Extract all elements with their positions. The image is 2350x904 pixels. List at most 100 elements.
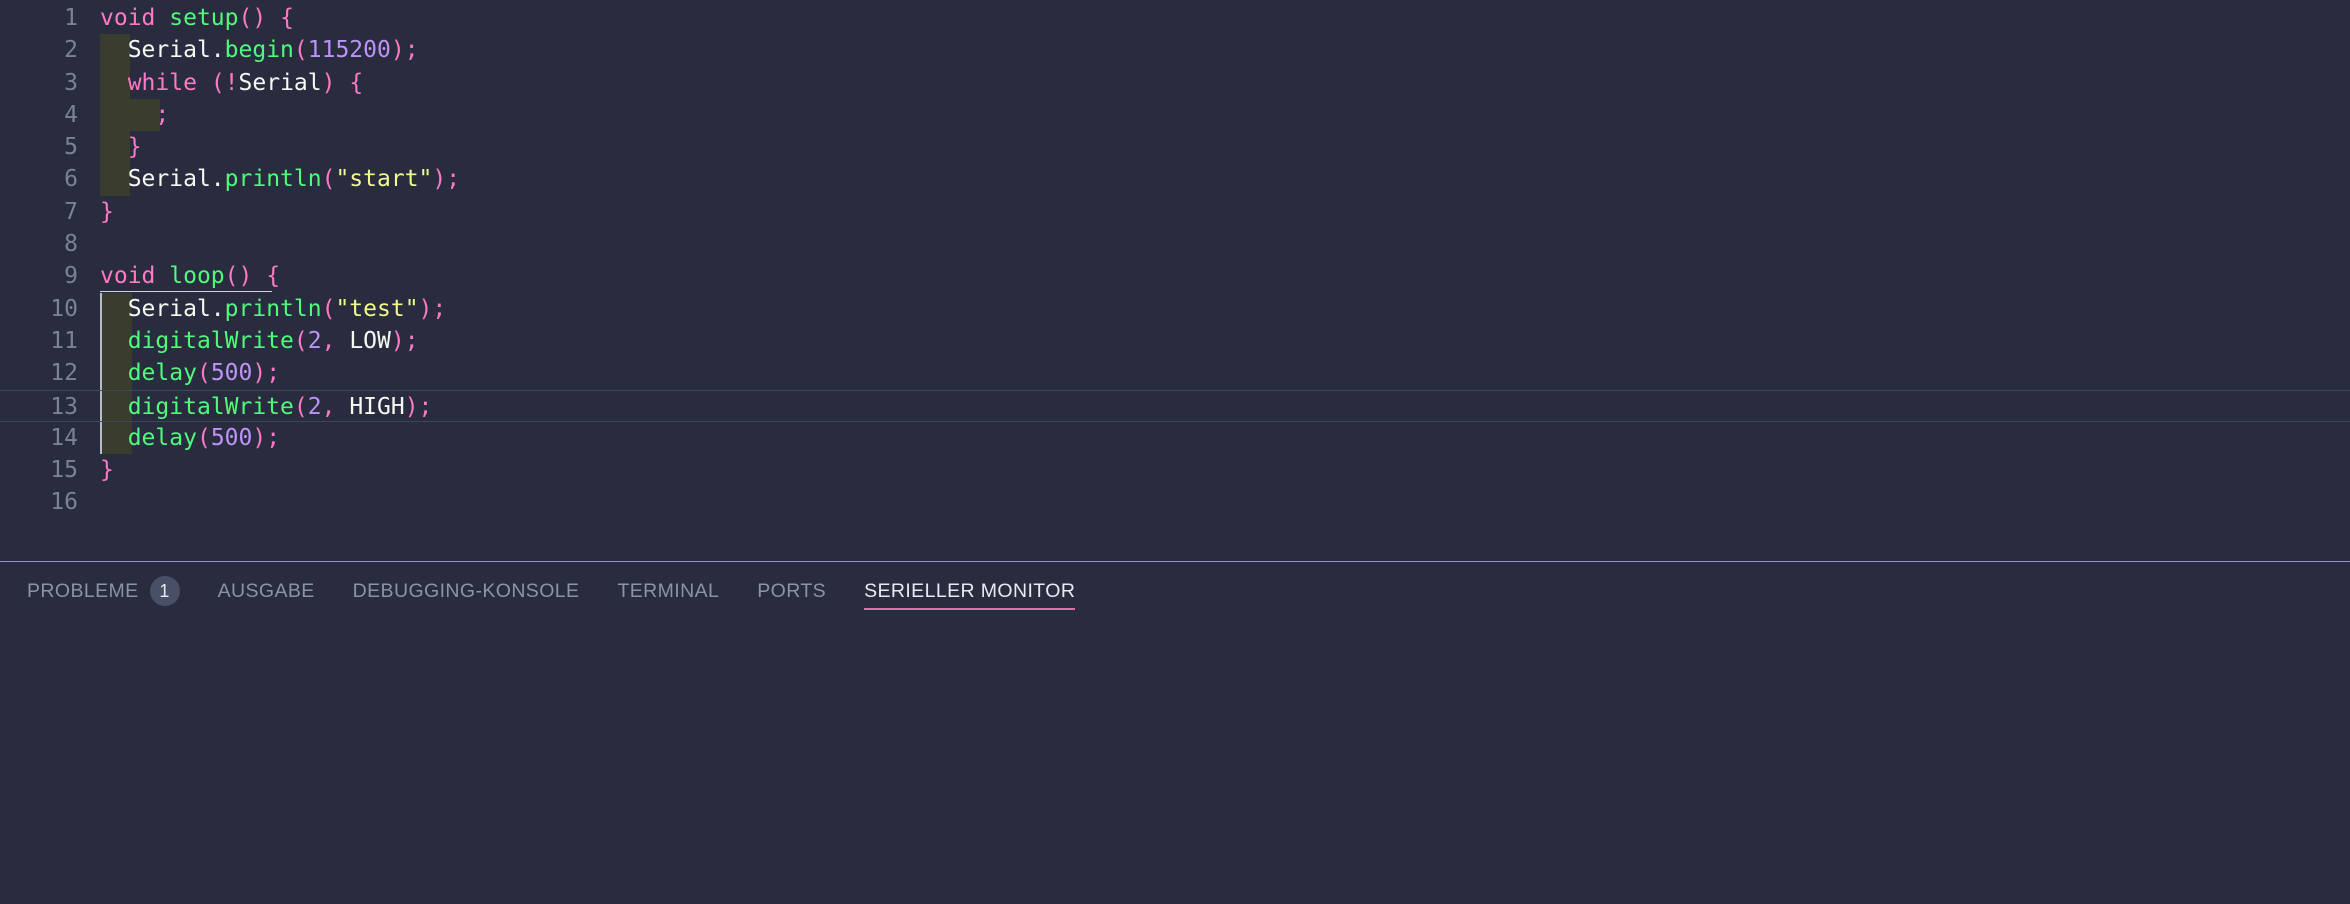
code-line[interactable]: 1 void setup() { xyxy=(0,2,2350,34)
line-content: delay(500); xyxy=(100,357,280,389)
panel-tab-ports[interactable]: PORTS xyxy=(738,562,845,620)
code-line[interactable]: 2 Serial.begin(115200); xyxy=(0,34,2350,67)
token: setup xyxy=(169,5,239,31)
code-line[interactable]: 16 xyxy=(0,486,2350,518)
line-content: digitalWrite(2, HIGH); xyxy=(100,391,433,423)
token: void xyxy=(100,263,156,290)
token: ( xyxy=(210,69,225,96)
token: 115200 xyxy=(307,37,391,64)
token: } xyxy=(100,457,114,484)
token: ) xyxy=(321,69,336,96)
panel-tab-debugging-konsole[interactable]: DEBUGGING-KONSOLE xyxy=(334,562,599,620)
line-number: 8 xyxy=(64,231,78,258)
line-number: 4 xyxy=(64,101,78,128)
panel-tab-label: SERIELLER MONITOR xyxy=(864,579,1076,602)
token: digitalWrite xyxy=(127,393,294,420)
line-content: Serial.println("start"); xyxy=(100,163,460,195)
token: while xyxy=(127,69,197,96)
token: Serial xyxy=(127,166,211,193)
code-line[interactable]: 10 Serial.println("test"); xyxy=(0,292,2350,325)
line-number: 12 xyxy=(50,360,78,387)
token: () xyxy=(224,263,253,290)
token: println xyxy=(224,295,322,322)
code-line[interactable]: 4 ; xyxy=(0,98,2350,132)
line-number: 6 xyxy=(64,166,78,193)
token: ! xyxy=(224,69,239,96)
line-number: 11 xyxy=(50,327,78,354)
panel-tab-label: PROBLEME xyxy=(27,579,139,602)
token: delay xyxy=(127,360,197,387)
token: LOW xyxy=(349,327,391,354)
token: . xyxy=(210,37,225,64)
line-number: 3 xyxy=(64,69,78,96)
token: ( xyxy=(321,166,336,193)
line-content: Serial.begin(115200); xyxy=(100,34,419,66)
token: ); xyxy=(252,424,281,451)
token: println xyxy=(224,166,322,193)
token: ); xyxy=(418,295,447,322)
line-content: delay(500); xyxy=(100,422,280,454)
line-number: 14 xyxy=(50,424,78,451)
code-line[interactable]: 9 void loop() { xyxy=(0,260,2350,292)
token: ( xyxy=(293,393,308,420)
line-number: 16 xyxy=(50,489,78,516)
token: . xyxy=(210,166,225,193)
code-editor[interactable]: 1 void setup() {2 Serial.begin(115200); 3 … xyxy=(0,0,2350,562)
code-line[interactable]: 15} xyxy=(0,454,2350,486)
line-number: 1 xyxy=(64,5,78,31)
line-number: 13 xyxy=(50,393,78,420)
token: 500 xyxy=(210,360,253,387)
token: ); xyxy=(432,166,461,193)
code-line[interactable]: 14 delay(500); xyxy=(0,421,2350,455)
token: Serial xyxy=(127,295,211,322)
code-line[interactable]: 8 xyxy=(0,228,2350,260)
token: Serial xyxy=(127,37,211,64)
code-line[interactable]: 6 Serial.println("start"); xyxy=(0,163,2350,196)
line-content: Serial.println("test"); xyxy=(100,293,447,325)
token: 2 xyxy=(307,327,322,354)
token: digitalWrite xyxy=(127,327,294,354)
bottom-panel: PROBLEME 1 AUSGABE DEBUGGING-KONSOLE TERMINA… xyxy=(0,562,2350,904)
code-line[interactable]: 3 while (!Serial) { xyxy=(0,66,2350,99)
code-line[interactable]: 11 digitalWrite(2, LOW); xyxy=(0,324,2350,358)
token: 2 xyxy=(307,393,322,420)
code-line[interactable]: 7} xyxy=(0,196,2350,228)
line-number: 7 xyxy=(64,198,78,225)
code-line[interactable]: 12 delay(500); xyxy=(0,357,2350,390)
token: } xyxy=(127,134,142,161)
panel-tab-ausgabe[interactable]: AUSGABE xyxy=(199,562,334,620)
panel-tab-serieller-monitor[interactable]: SERIELLER MONITOR xyxy=(845,562,1094,620)
code-line[interactable]: 5 } xyxy=(0,131,2350,164)
panel-tab-label: PORTS xyxy=(757,579,827,602)
token: } xyxy=(100,198,114,225)
line-content: void setup() { xyxy=(100,2,294,34)
token: ); xyxy=(252,360,281,387)
panel-tab-terminal[interactable]: TERMINAL xyxy=(598,562,738,620)
code-line[interactable]: 13 digitalWrite(2, HIGH); xyxy=(0,389,2350,423)
token: ); xyxy=(390,327,419,354)
line-content: } xyxy=(100,454,114,486)
token: HIGH xyxy=(349,393,405,420)
token: , xyxy=(321,393,336,420)
token: void xyxy=(100,5,156,31)
token: delay xyxy=(127,424,197,451)
panel-tab-label: TERMINAL xyxy=(617,579,720,602)
line-content: } xyxy=(100,131,142,163)
token: ); xyxy=(390,37,419,64)
token: ; xyxy=(155,101,170,128)
line-content: ; xyxy=(100,99,169,131)
token: . xyxy=(210,295,225,322)
line-number: 9 xyxy=(64,263,78,290)
panel-tab-probleme[interactable]: PROBLEME 1 xyxy=(8,562,199,620)
line-number: 5 xyxy=(64,134,78,161)
code-lines: 1 void setup() {2 Serial.begin(115200); 3 … xyxy=(0,0,2350,519)
token: { xyxy=(266,263,281,290)
line-number: 10 xyxy=(50,295,78,322)
token: () xyxy=(238,5,267,31)
